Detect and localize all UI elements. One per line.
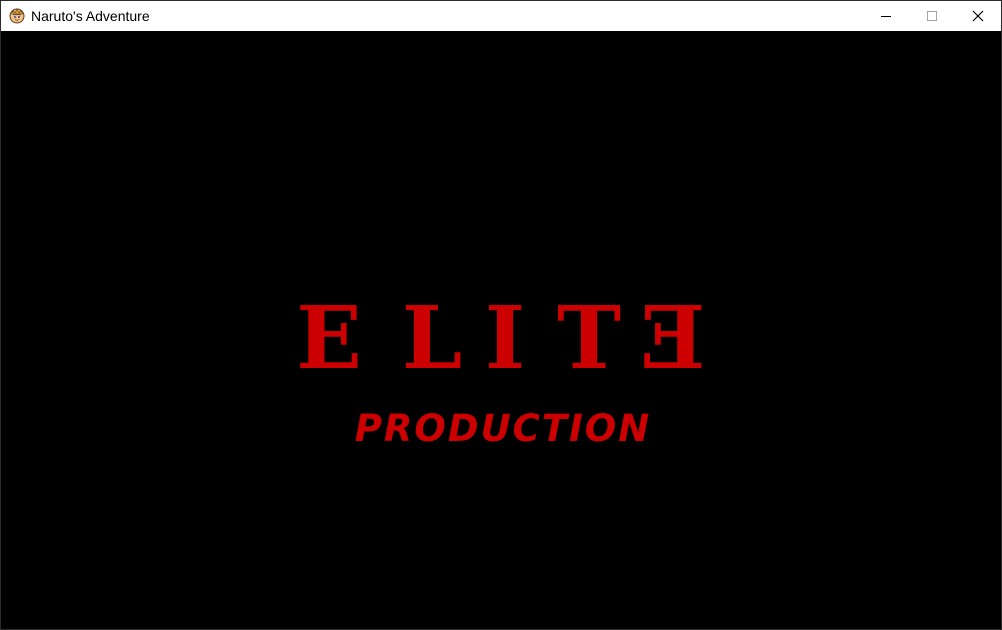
- logo-letter-reversed-e: Ǝ: [640, 289, 706, 379]
- naruto-face-icon: [9, 8, 25, 24]
- logo-letter-l: L: [402, 289, 462, 379]
- title-bar[interactable]: Naruto's Adventure: [1, 1, 1001, 31]
- close-icon: [972, 10, 984, 22]
- minimize-icon: [881, 11, 891, 21]
- elite-logo: E L I T Ǝ: [296, 289, 706, 379]
- maximize-icon: [927, 11, 937, 21]
- production-subtitle: PRODUCTION: [354, 407, 652, 450]
- game-canvas[interactable]: E L I T Ǝ PRODUCTION: [1, 31, 1001, 629]
- close-button[interactable]: [955, 1, 1001, 31]
- game-window: Naruto's Adventure E L I T Ǝ PRODUCTION: [0, 0, 1002, 630]
- window-controls: [863, 1, 1001, 31]
- logo-letter-t: T: [557, 289, 621, 379]
- minimize-button[interactable]: [863, 1, 909, 31]
- logo-letter-e: E: [296, 289, 362, 379]
- logo-letter-i: I: [485, 289, 525, 379]
- maximize-button[interactable]: [909, 1, 955, 31]
- window-title: Naruto's Adventure: [31, 8, 150, 24]
